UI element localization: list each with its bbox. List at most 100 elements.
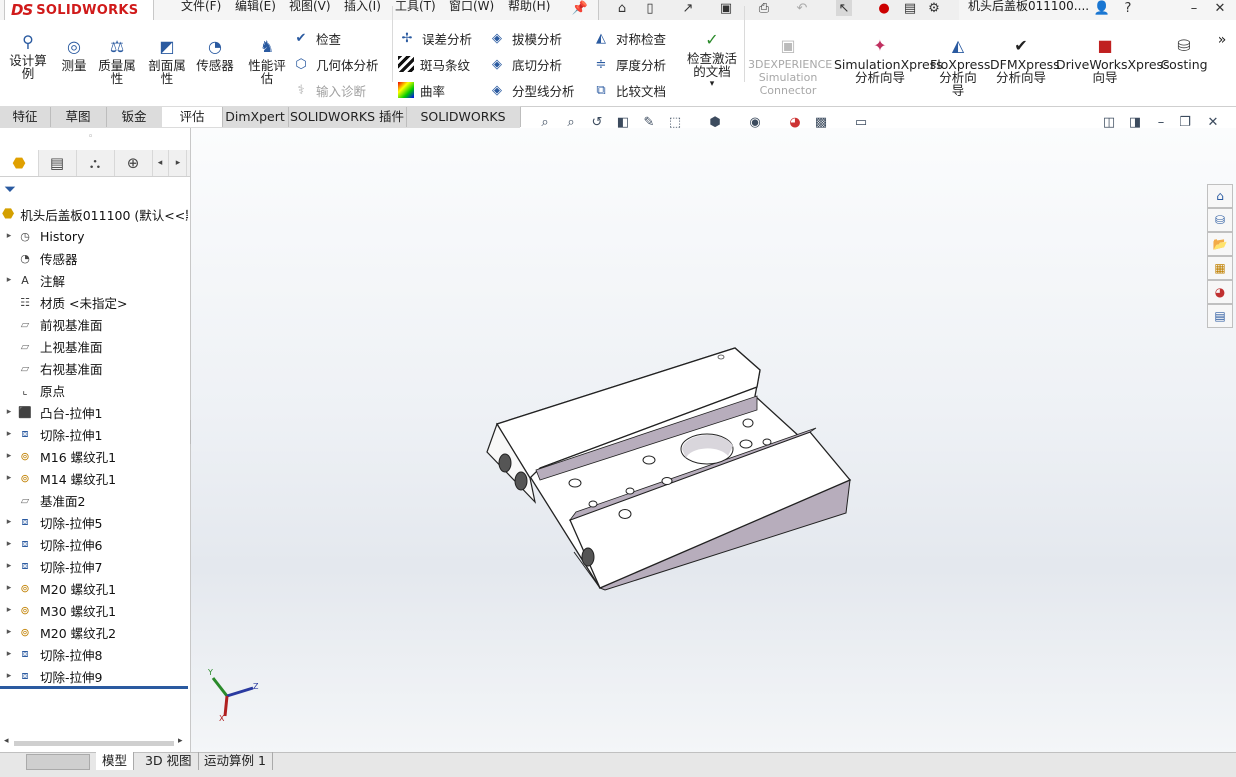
expand-arrow-icon[interactable]: ▸ <box>2 539 16 549</box>
rebuild-icon[interactable]: ● <box>876 0 892 16</box>
tree-scroll-right-icon[interactable]: ▸ <box>178 736 183 746</box>
user-icon[interactable]: 👤 <box>1094 0 1110 16</box>
tab-solidworks-addins[interactable]: SOLIDWORKS 插件 <box>288 107 407 127</box>
expand-arrow-icon[interactable]: ▸ <box>2 429 16 439</box>
propertymanager-tab-icon[interactable]: ▤ <box>38 150 77 176</box>
menu-edit[interactable]: 编辑(E) <box>235 0 276 14</box>
ribbon-overflow-button[interactable]: » <box>1214 33 1230 47</box>
tree-item[interactable]: ▱ 右视基准面 <box>0 357 188 379</box>
expand-arrow-icon[interactable]: ▸ <box>2 671 16 681</box>
select-arrow-icon[interactable]: ↖ <box>836 0 852 16</box>
tree-item[interactable]: ▸ ⧈ 切除-拉伸1 <box>0 423 188 445</box>
tree-item[interactable]: ▸ ⧈ 切除-拉伸5 <box>0 511 188 533</box>
draft-analysis-button[interactable]: ◈ 拔模分析 <box>488 28 562 48</box>
floxpress-button[interactable]: ◭ FloXpress 分析向 导 <box>930 36 990 97</box>
task-pane-file-explorer-icon[interactable]: 📂 <box>1207 232 1233 256</box>
task-pane-custom-properties-icon[interactable]: ▤ <box>1207 304 1233 328</box>
dimxpertmanager-tab-icon[interactable]: ⊕ <box>114 150 153 176</box>
tree-item[interactable]: ▸ A 注解 <box>0 269 188 291</box>
part-model-3d[interactable] <box>191 128 1236 756</box>
expand-arrow-icon[interactable]: ▸ <box>2 561 16 571</box>
tree-item[interactable]: ▱ 上视基准面 <box>0 335 188 357</box>
tree-root-part[interactable]: ⬣ 机头后盖板011100 (默认<<默认>_ <box>0 203 188 225</box>
performance-evaluation-button[interactable]: ♞ 性能评 估 <box>244 37 290 85</box>
measure-button[interactable]: ◎ 测量 <box>56 37 92 72</box>
zebra-stripes-button[interactable]: 斑马条纹 <box>398 54 470 74</box>
check-active-document-button[interactable]: ✓ 检查激活 的文档 ▾ <box>684 30 740 91</box>
thickness-analysis-button[interactable]: ≑ 厚度分析 <box>592 54 666 74</box>
panel-scroll-right-icon[interactable]: ▸ <box>170 150 187 176</box>
tree-item[interactable]: ▸ ⧈ 切除-拉伸6 <box>0 533 188 555</box>
close-window-icon[interactable]: ✕ <box>1212 0 1228 16</box>
expand-arrow-icon[interactable]: ▸ <box>2 627 16 637</box>
curvature-button[interactable]: 曲率 <box>398 80 445 100</box>
tree-item[interactable]: ▸ ⊚ M20 螺纹孔1 <box>0 577 188 599</box>
options-gear-icon[interactable]: ⚙ <box>926 0 942 16</box>
tree-item[interactable]: ▸ ⬛ 凸台-拉伸1 <box>0 401 188 423</box>
expand-arrow-icon[interactable]: ▸ <box>2 275 16 285</box>
configurationmanager-tab-icon[interactable]: ⛬ <box>76 150 115 176</box>
home-icon[interactable]: ⌂ <box>614 0 630 16</box>
tab-sheet-metal[interactable]: 钣金 <box>106 107 163 127</box>
tab-dimxpert[interactable]: DimXpert <box>222 107 289 127</box>
tree-item[interactable]: ▸ ⧈ 切除-拉伸9 <box>0 665 188 687</box>
tab-evaluate[interactable]: 评估 <box>162 107 223 127</box>
tree-item[interactable]: ▸ ⧈ 切除-拉伸8 <box>0 643 188 665</box>
menu-view[interactable]: 视图(V) <box>289 0 331 14</box>
compare-documents-button[interactable]: ⧉ 比较文档 <box>592 80 666 100</box>
solidworks-logo[interactable]: DS SOLIDWORKS <box>4 0 154 22</box>
tab-3d-view[interactable]: 3D 视图 <box>139 752 199 770</box>
expand-arrow-icon[interactable]: ▸ <box>2 649 16 659</box>
tab-model[interactable]: 模型 <box>96 752 135 770</box>
menu-help[interactable]: 帮助(H) <box>508 0 550 14</box>
task-pane-home-icon[interactable]: ⌂ <box>1207 184 1233 208</box>
section-properties-button[interactable]: ◩ 剖面属 性 <box>144 37 190 85</box>
featuremanager-tab-icon[interactable]: ⬣ <box>0 150 39 176</box>
menu-tools[interactable]: 工具(T) <box>395 0 436 14</box>
symmetry-check-button[interactable]: ◭ 对称检查 <box>592 28 666 48</box>
deviation-analysis-button[interactable]: ✢ 误差分析 <box>398 28 472 48</box>
task-pane-design-library-icon[interactable]: ⛁ <box>1207 208 1233 232</box>
check-button[interactable]: ✔ 检查 <box>292 28 341 48</box>
tree-item[interactable]: ▸ ⊚ M14 螺纹孔1 <box>0 467 188 489</box>
print-icon[interactable]: ⎙ <box>756 0 772 16</box>
expand-arrow-icon[interactable]: ▸ <box>2 517 16 527</box>
minimize-icon[interactable]: – <box>1186 0 1202 16</box>
panel-grip-icon[interactable]: ◦ <box>88 132 93 142</box>
tree-item[interactable]: ⌞ 原点 <box>0 379 188 401</box>
parting-line-analysis-button[interactable]: ◈ 分型线分析 <box>488 80 575 100</box>
tree-item[interactable]: ☷ 材质 <未指定> <box>0 291 188 313</box>
design-study-button[interactable]: ⚲ 设计算 例 <box>6 32 50 80</box>
tab-sketch[interactable]: 草图 <box>50 107 107 127</box>
tab-solidworks-mbd[interactable]: SOLIDWORKS MBD <box>406 107 521 144</box>
expand-arrow-icon[interactable]: ▸ <box>2 407 16 417</box>
task-pane-appearances-icon[interactable]: ◕ <box>1207 280 1233 304</box>
driveworksxpress-button[interactable]: ■ DriveWorksXpress 向导 <box>1056 36 1170 84</box>
tree-item[interactable]: ▸ ⊚ M30 螺纹孔1 <box>0 599 188 621</box>
undercut-analysis-button[interactable]: ◈ 底切分析 <box>488 54 562 74</box>
menu-file[interactable]: 文件(F) <box>181 0 221 14</box>
tree-scroll-left-icon[interactable]: ◂ <box>4 736 9 746</box>
tab-navigation-arrows-icon[interactable] <box>26 754 90 770</box>
expand-arrow-icon[interactable]: ▸ <box>2 605 16 615</box>
panel-scroll-left-icon[interactable]: ◂ <box>152 150 169 176</box>
filter-icon[interactable]: ⏷ <box>4 180 16 198</box>
simulationxpress-button[interactable]: ✦ SimulationXpress 分析向导 <box>834 36 943 84</box>
rollback-bar[interactable] <box>0 686 188 689</box>
file-properties-icon[interactable]: ▤ <box>902 0 918 16</box>
tree-item[interactable]: ▸ ⊚ M20 螺纹孔2 <box>0 621 188 643</box>
dfmxpress-button[interactable]: ✔ DFMXpress 分析向导 <box>990 36 1060 84</box>
tree-horizontal-scrollbar[interactable] <box>14 741 174 746</box>
geometry-analysis-button[interactable]: ⬡ 几何体分析 <box>292 54 378 74</box>
tree-item[interactable]: ▸ ◷ History <box>0 225 188 247</box>
sensor-button[interactable]: ◔ 传感器 <box>192 37 238 72</box>
tree-item[interactable]: ▱ 前视基准面 <box>0 313 188 335</box>
expand-arrow-icon[interactable]: ▸ <box>2 231 16 241</box>
tab-features[interactable]: 特征 <box>0 107 51 127</box>
task-pane-view-palette-icon[interactable]: ▦ <box>1207 256 1233 280</box>
tree-item[interactable]: ▸ ⧈ 切除-拉伸7 <box>0 555 188 577</box>
expand-arrow-icon[interactable]: ▸ <box>2 473 16 483</box>
undo-icon[interactable]: ↶ <box>794 0 810 16</box>
menu-insert[interactable]: 插入(I) <box>344 0 381 14</box>
pin-icon[interactable]: 📌 <box>572 0 588 16</box>
